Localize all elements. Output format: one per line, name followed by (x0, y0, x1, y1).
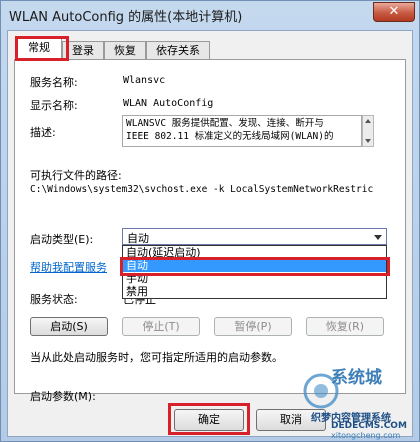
close-button[interactable]: ✕ (373, 2, 415, 22)
chevron-down-icon[interactable] (374, 235, 382, 240)
watermark-line1: 系统城 (331, 368, 382, 388)
description-line: WLANSVC 服务提供配置、发现、连接、断开与 (126, 118, 324, 129)
pause-button[interactable]: 暂停(P) (214, 317, 292, 336)
description-textbox[interactable]: WLANSVC 服务提供配置、发现、连接、断开与 IEEE 802.11 标准定… (122, 115, 362, 147)
service-name-value: Wlansvc (123, 75, 166, 86)
display-name-label: 显示名称: (30, 99, 78, 112)
startup-type-label: 启动类型(E): (30, 233, 94, 246)
properties-dialog: WLAN AutoConfig 的属性(本地计算机) ✕ 常规 登录 恢复 依存… (0, 0, 420, 442)
watermark-line4: xitongcheng.com (331, 431, 401, 440)
option-highlight-box (120, 257, 390, 276)
hint-text: 当从此处启动服务时，您可指定所适用的启动参数。 (30, 351, 283, 364)
window-title: WLAN AutoConfig 的属性(本地计算机) (9, 10, 243, 25)
help-configure-link[interactable]: 帮助我配置服务 (30, 259, 107, 275)
description-label: 描述: (30, 126, 56, 139)
exe-path-value: C:\Windows\system32\svchost.exe -k Local… (30, 184, 374, 195)
tab-recovery[interactable]: 恢复 (104, 41, 146, 59)
tab-recovery-label: 恢复 (114, 44, 136, 57)
startup-option[interactable]: 禁用 (123, 285, 386, 298)
startup-type-value: 自动 (127, 232, 149, 245)
start-button[interactable]: 启动(S) (30, 317, 108, 336)
tab-dependencies[interactable]: 依存关系 (146, 41, 210, 59)
stop-button[interactable]: 停止(T) (122, 317, 200, 336)
ok-highlight-box (168, 403, 250, 435)
general-panel: 服务名称: Wlansvc 显示名称: WLAN AutoConfig 描述: … (14, 59, 406, 403)
title-bar[interactable]: WLAN AutoConfig 的属性(本地计算机) ✕ (1, 1, 419, 28)
start-params-label: 启动参数(M): (30, 390, 96, 403)
scroll-down-icon[interactable] (365, 139, 371, 143)
service-name-label: 服务名称: (30, 76, 78, 89)
watermark: 系统城 织梦内容管理系统 DEDECMS.COM xitongcheng.com (301, 361, 419, 441)
close-icon: ✕ (388, 4, 400, 19)
resume-button[interactable]: 恢复(R) (306, 317, 384, 336)
tab-login-label: 登录 (72, 44, 94, 57)
tab-highlight-box (15, 36, 69, 61)
tab-dependencies-label: 依存关系 (156, 44, 200, 57)
exe-path-label: 可执行文件的路径: (30, 169, 122, 182)
description-scrollbar[interactable] (362, 115, 374, 147)
scroll-up-icon[interactable] (365, 119, 371, 123)
display-name-value: WLAN AutoConfig (123, 98, 214, 109)
watermark-line3: DEDECMS.COM (331, 421, 407, 431)
startup-type-select[interactable]: 自动 (122, 228, 387, 245)
service-status-label: 服务状态: (30, 293, 78, 306)
description-line: IEEE 802.11 标准定义的无线局域网(WLAN)的 (126, 131, 334, 142)
